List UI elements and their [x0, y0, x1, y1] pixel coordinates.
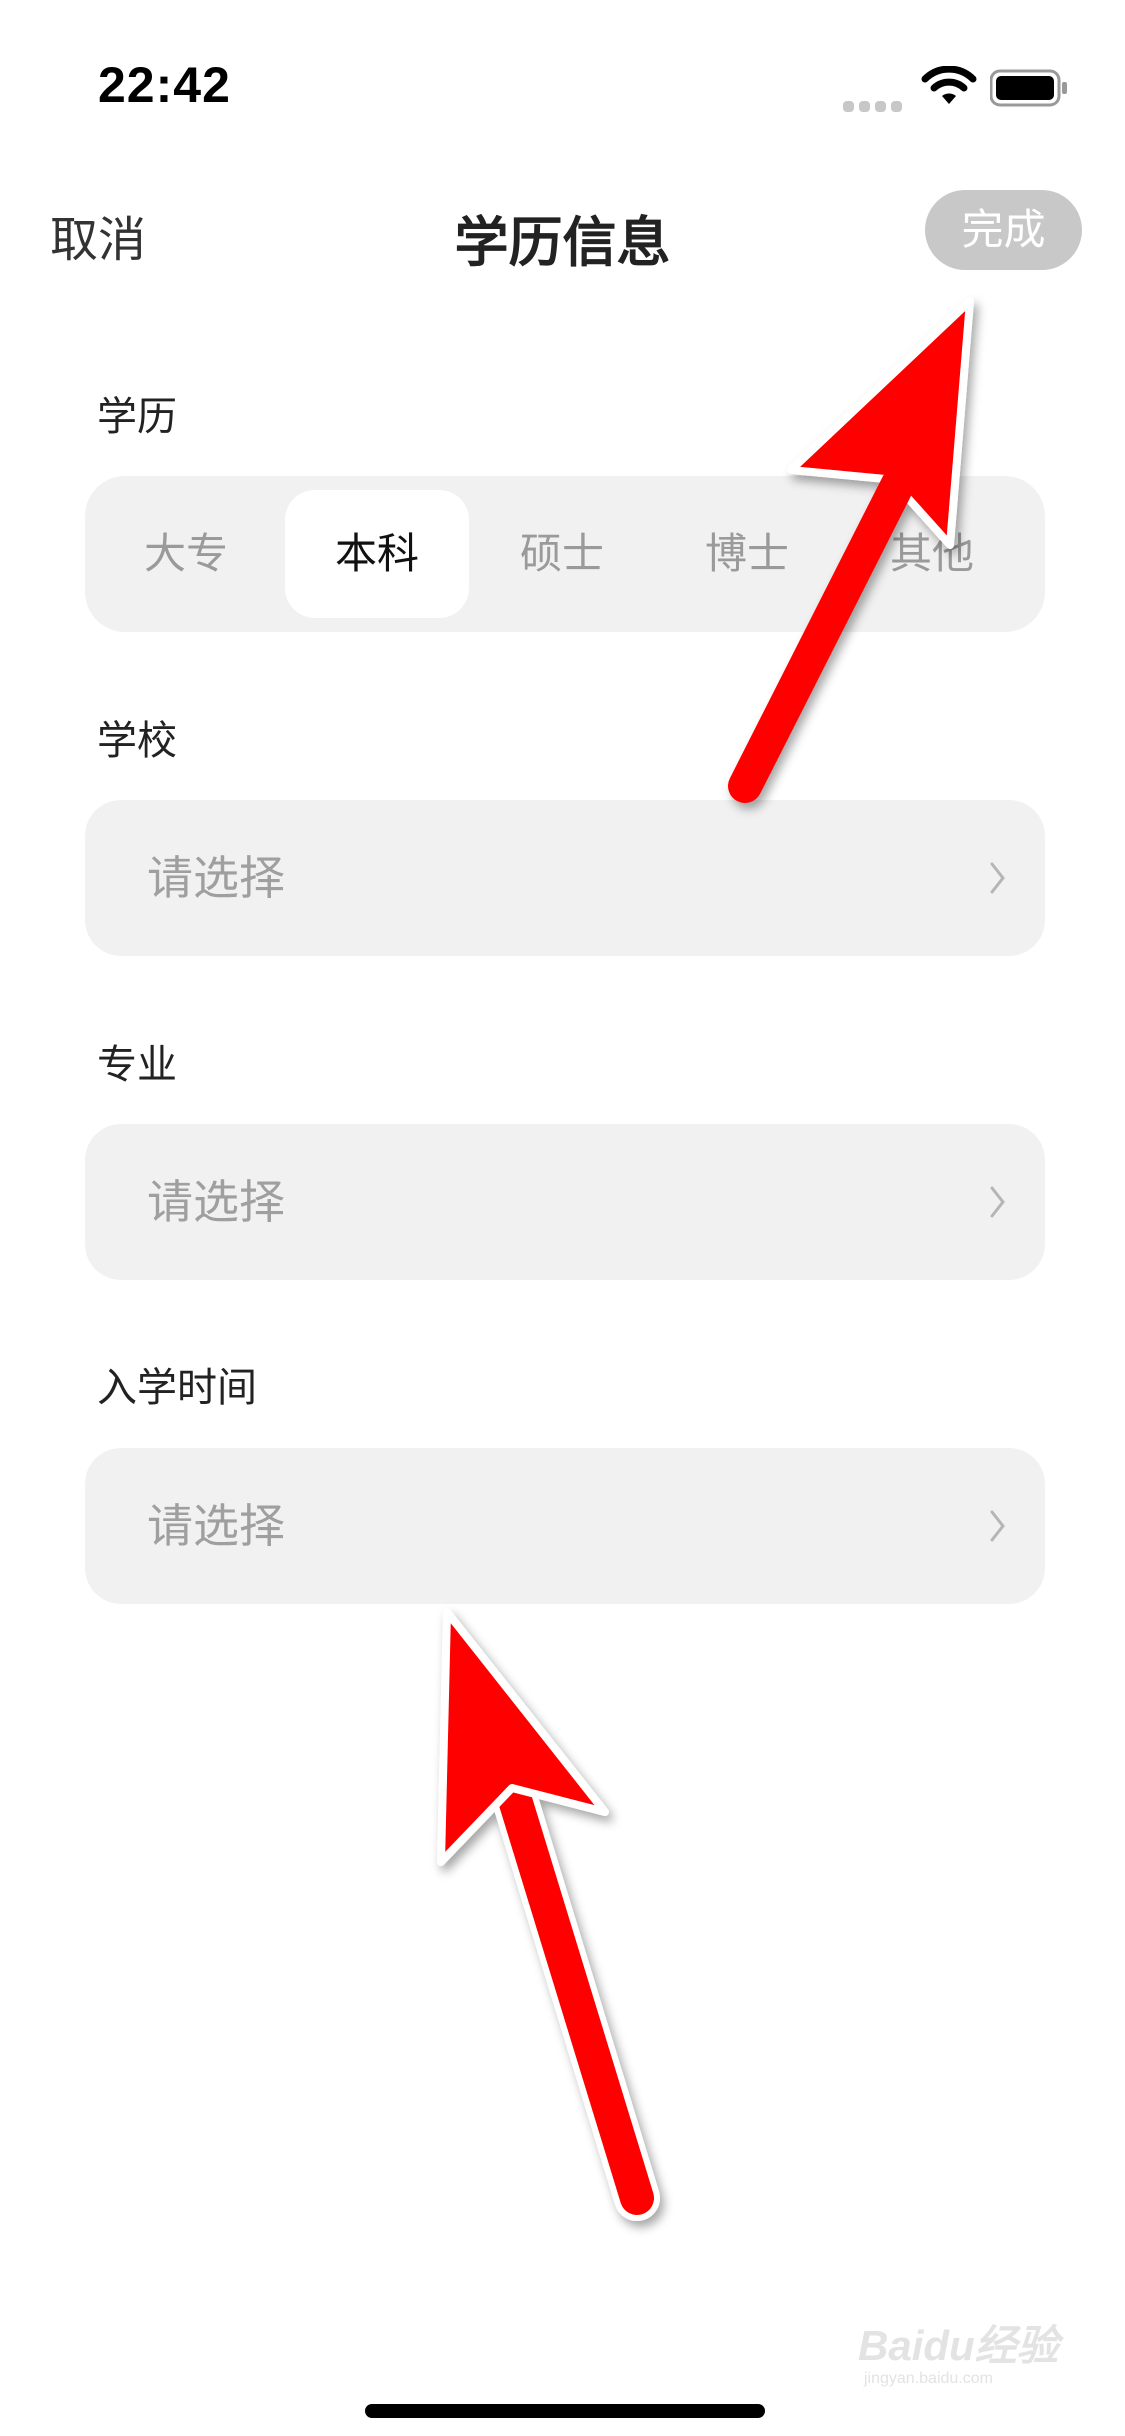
chevron-right-icon	[990, 1510, 1005, 1542]
school-placeholder: 请选择	[147, 851, 285, 905]
degree-segmented-control: 大专 本科 硕士 博士 其他	[85, 476, 1045, 632]
done-button[interactable]: 完成	[925, 190, 1082, 270]
degree-option-other[interactable]: 其他	[840, 490, 1024, 618]
major-placeholder: 请选择	[147, 1175, 285, 1229]
chevron-right-icon	[990, 862, 1005, 894]
degree-option-bachelor[interactable]: 本科	[285, 490, 469, 618]
degree-option-doctorate[interactable]: 博士	[655, 490, 839, 618]
enrollment-label: 入学时间	[97, 1365, 257, 1411]
baidu-watermark: Baidu经验 jingyan.baidu.com	[858, 2312, 1088, 2392]
school-select[interactable]: 请选择	[85, 800, 1045, 956]
status-time: 22:42	[98, 57, 231, 113]
status-bar: 22:42	[0, 0, 1125, 150]
wifi-icon	[921, 66, 977, 104]
degree-option-associate[interactable]: 大专	[94, 490, 278, 618]
school-label: 学校	[97, 718, 177, 764]
nav-bar: 取消 学历信息 完成	[0, 180, 1125, 280]
chevron-right-icon	[990, 1186, 1005, 1218]
enrollment-time-select[interactable]: 请选择	[85, 1448, 1045, 1604]
home-indicator[interactable]	[365, 2404, 765, 2418]
major-select[interactable]: 请选择	[85, 1124, 1045, 1280]
enrollment-placeholder: 请选择	[147, 1499, 285, 1553]
watermark-brand: Baidu经验	[858, 2322, 1059, 2369]
major-label: 专业	[97, 1042, 177, 1088]
battery-icon	[990, 69, 1067, 107]
arrow-to-enrollment-field	[437, 1608, 660, 2221]
watermark-url: jingyan.baidu.com	[864, 2370, 993, 2387]
cellular-signal-icon	[843, 97, 907, 116]
degree-label: 学历	[97, 394, 177, 440]
degree-option-master[interactable]: 硕士	[470, 490, 654, 618]
